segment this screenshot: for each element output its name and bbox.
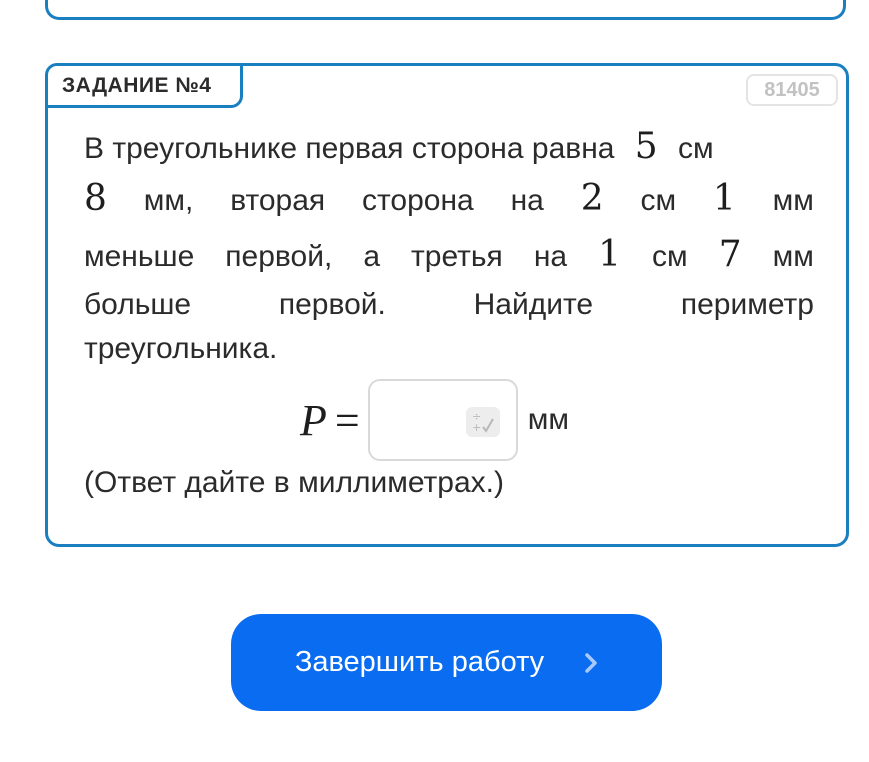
- text-fragment: см: [640, 184, 677, 217]
- text-fragment: см: [678, 132, 714, 165]
- text-fragment: треугольника.: [84, 332, 278, 365]
- task-number-label: ЗАДАНИЕ №4: [45, 63, 243, 108]
- text-fragment: а: [363, 240, 381, 273]
- finish-work-button[interactable]: Завершить работу: [231, 614, 662, 711]
- perimeter-variable: P: [300, 395, 327, 445]
- task-card: ЗАДАНИЕ №4 81405 В треугольнике первая с…: [45, 63, 849, 547]
- text-fragment: третья: [411, 240, 503, 273]
- math-number: 7: [718, 234, 742, 275]
- math-number: 1: [712, 178, 736, 219]
- answer-hint: (Ответ дайте в миллиметрах.): [84, 466, 504, 499]
- task-text-line-5: треугольника.: [84, 332, 814, 366]
- text-fragment: меньше: [84, 240, 195, 273]
- task-id-badge: 81405: [746, 74, 838, 106]
- text-fragment: сторона: [362, 184, 474, 217]
- text-fragment: Найдите: [473, 288, 594, 321]
- text-fragment: первой,: [225, 240, 333, 273]
- task-text-line-4: больше первой. Найдите периметр: [84, 288, 814, 322]
- text-fragment: на: [533, 240, 568, 273]
- answer-formula: P = ÷ + мм: [300, 379, 569, 461]
- text-fragment: вторая: [230, 184, 326, 217]
- text-fragment: В треугольнике первая сторона равна: [84, 132, 615, 165]
- math-number: 2: [580, 178, 604, 219]
- svg-text:+: +: [472, 421, 481, 434]
- task-text-line-3: меньше первой, а третья на 1 см 7 мм: [84, 234, 814, 275]
- math-number: 8: [84, 178, 107, 219]
- text-fragment: см: [652, 240, 688, 273]
- text-fragment: мм,: [143, 184, 194, 217]
- text-fragment: периметр: [680, 288, 814, 321]
- text-fragment: мм: [772, 184, 814, 217]
- text-fragment: первой.: [278, 288, 386, 321]
- text-fragment: больше: [84, 288, 192, 321]
- finish-button-label: Завершить работу: [294, 646, 545, 678]
- previous-task-card: [45, 0, 846, 20]
- answer-input[interactable]: ÷ +: [367, 379, 518, 461]
- chevron-right-icon: [585, 652, 597, 673]
- equals-sign: =: [334, 395, 360, 445]
- math-number: 1: [598, 234, 622, 275]
- unit-label: мм: [527, 403, 569, 436]
- task-text-line-2: 8 мм, вторая сторона на 2 см 1 мм: [84, 178, 814, 219]
- math-number: 5: [634, 126, 658, 167]
- text-fragment: на: [510, 184, 544, 217]
- calculator-icon[interactable]: ÷ +: [465, 407, 500, 437]
- task-text-line-1: В треугольнике первая сторона равна 5 см: [84, 126, 814, 167]
- text-fragment: мм: [772, 240, 814, 273]
